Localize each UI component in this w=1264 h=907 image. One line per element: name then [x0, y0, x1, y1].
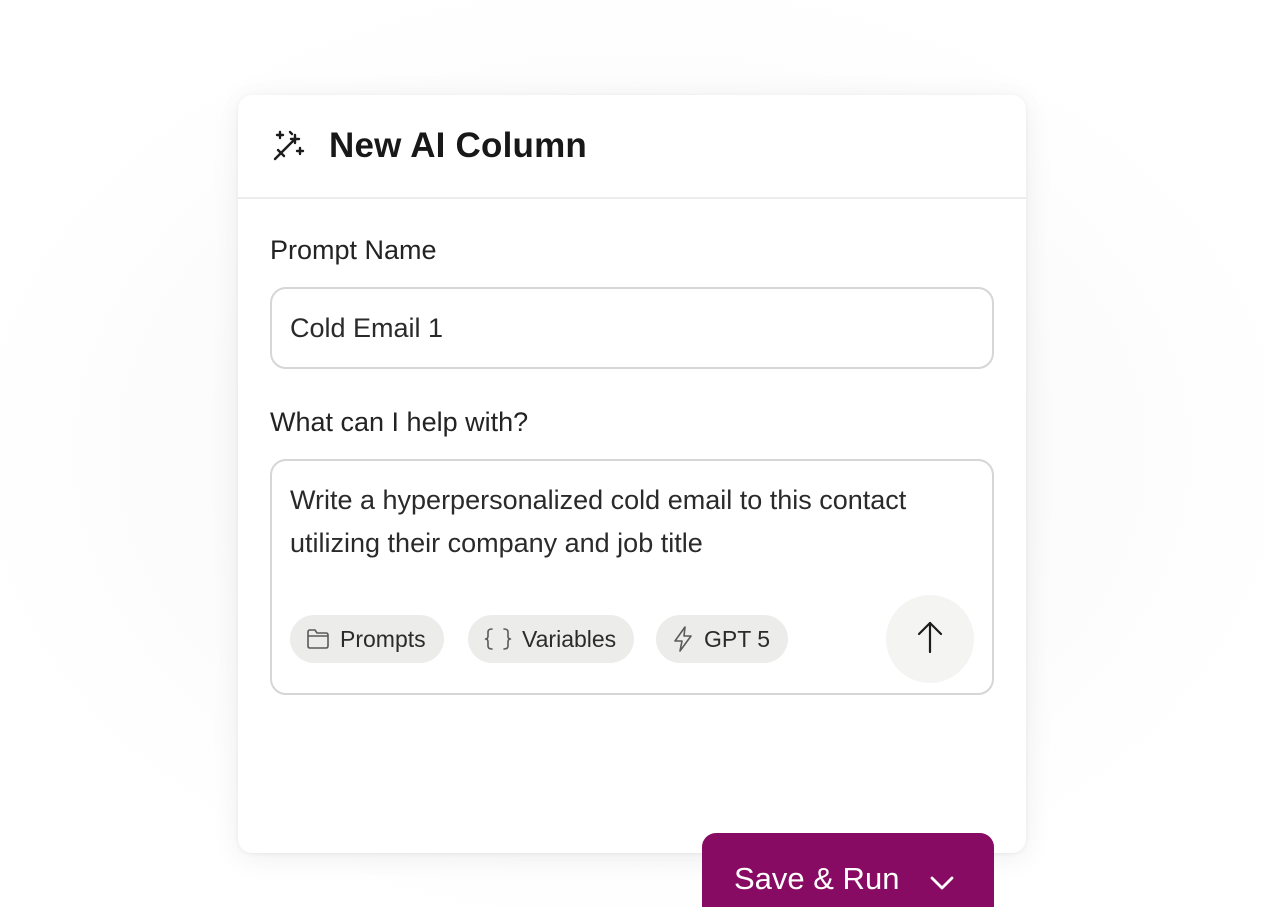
new-ai-column-dialog: New AI Column Prompt Name What can I hel… [238, 95, 1026, 907]
dialog-title: New AI Column [329, 126, 587, 165]
prompt-name-input[interactable] [270, 287, 994, 369]
variables-chip-label: Variables [522, 625, 617, 652]
magic-wand-icon [271, 129, 305, 163]
prompt-name-label: Prompt Name [270, 235, 437, 265]
model-chip-label: GPT 5 [704, 625, 771, 652]
save-and-run-label: Save & Run [734, 861, 900, 896]
prompts-chip[interactable]: Prompts [290, 615, 444, 663]
lightning-icon [672, 625, 694, 653]
send-button[interactable] [886, 595, 974, 683]
prompt-label: What can I help with? [270, 407, 529, 437]
prompts-chip-label: Prompts [340, 625, 426, 652]
model-chip[interactable]: GPT 5 [656, 615, 789, 663]
arrow-up-icon [916, 620, 944, 659]
prompt-textarea[interactable]: Write a hyperpersonalized cold email to … [270, 459, 994, 695]
variables-chip[interactable]: Variables [468, 615, 635, 663]
save-and-run-button[interactable]: Save & Run [702, 833, 994, 907]
folder-icon [306, 628, 330, 650]
page-background: New AI Column Prompt Name What can I hel… [0, 0, 1264, 907]
chevron-down-icon[interactable] [928, 867, 956, 891]
curly-braces-icon [484, 627, 512, 651]
dialog-header: New AI Column [238, 95, 1026, 199]
prompt-text: Write a hyperpersonalized cold email to … [290, 485, 907, 558]
